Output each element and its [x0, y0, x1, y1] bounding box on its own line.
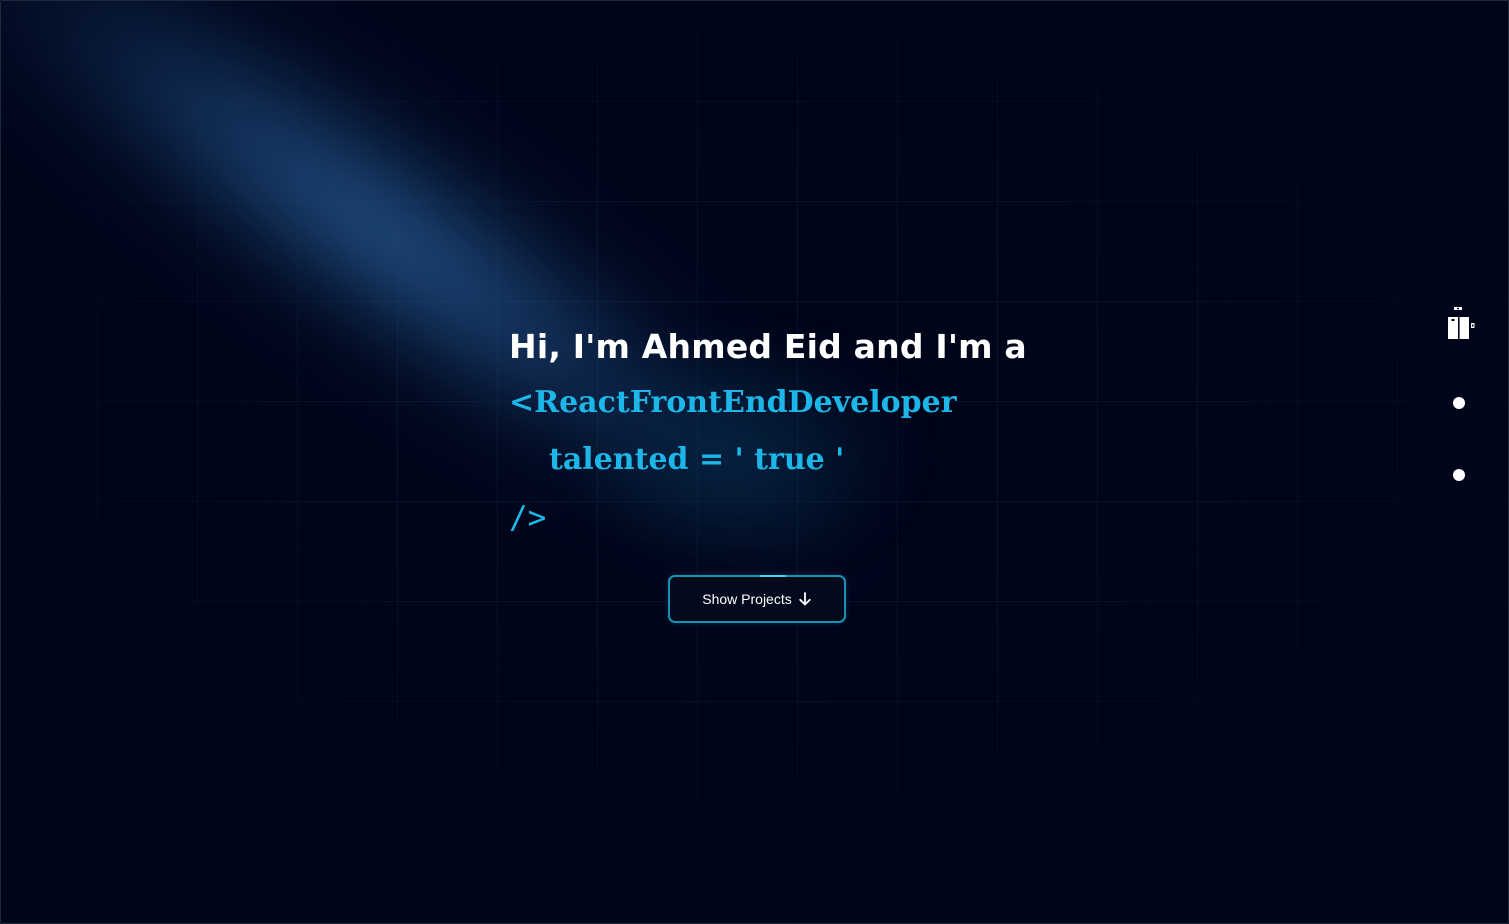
hero-greeting: Hi, I'm Ahmed Eid and I'm a — [509, 327, 1027, 366]
show-projects-button[interactable]: Show Projects — [668, 575, 846, 623]
show-projects-label: Show Projects — [702, 591, 792, 607]
arrow-down-icon — [798, 592, 812, 606]
side-navigation — [1441, 301, 1481, 491]
component-prop: talented = ' true ' — [549, 442, 845, 477]
component-close-tag: /> — [509, 500, 547, 536]
component-open-tag: <ReactFrontEndDeveloper — [509, 385, 957, 420]
nav-dot-1[interactable] — [1453, 397, 1465, 409]
hero-content: Hi, I'm Ahmed Eid and I'm a <ReactFrontE… — [509, 323, 1027, 536]
hero-section: Hi, I'm Ahmed Eid and I'm a <ReactFrontE… — [0, 0, 1509, 924]
elevator-icon[interactable] — [1446, 306, 1476, 342]
nav-dot-2[interactable] — [1453, 469, 1465, 481]
button-highlight — [760, 575, 786, 577]
